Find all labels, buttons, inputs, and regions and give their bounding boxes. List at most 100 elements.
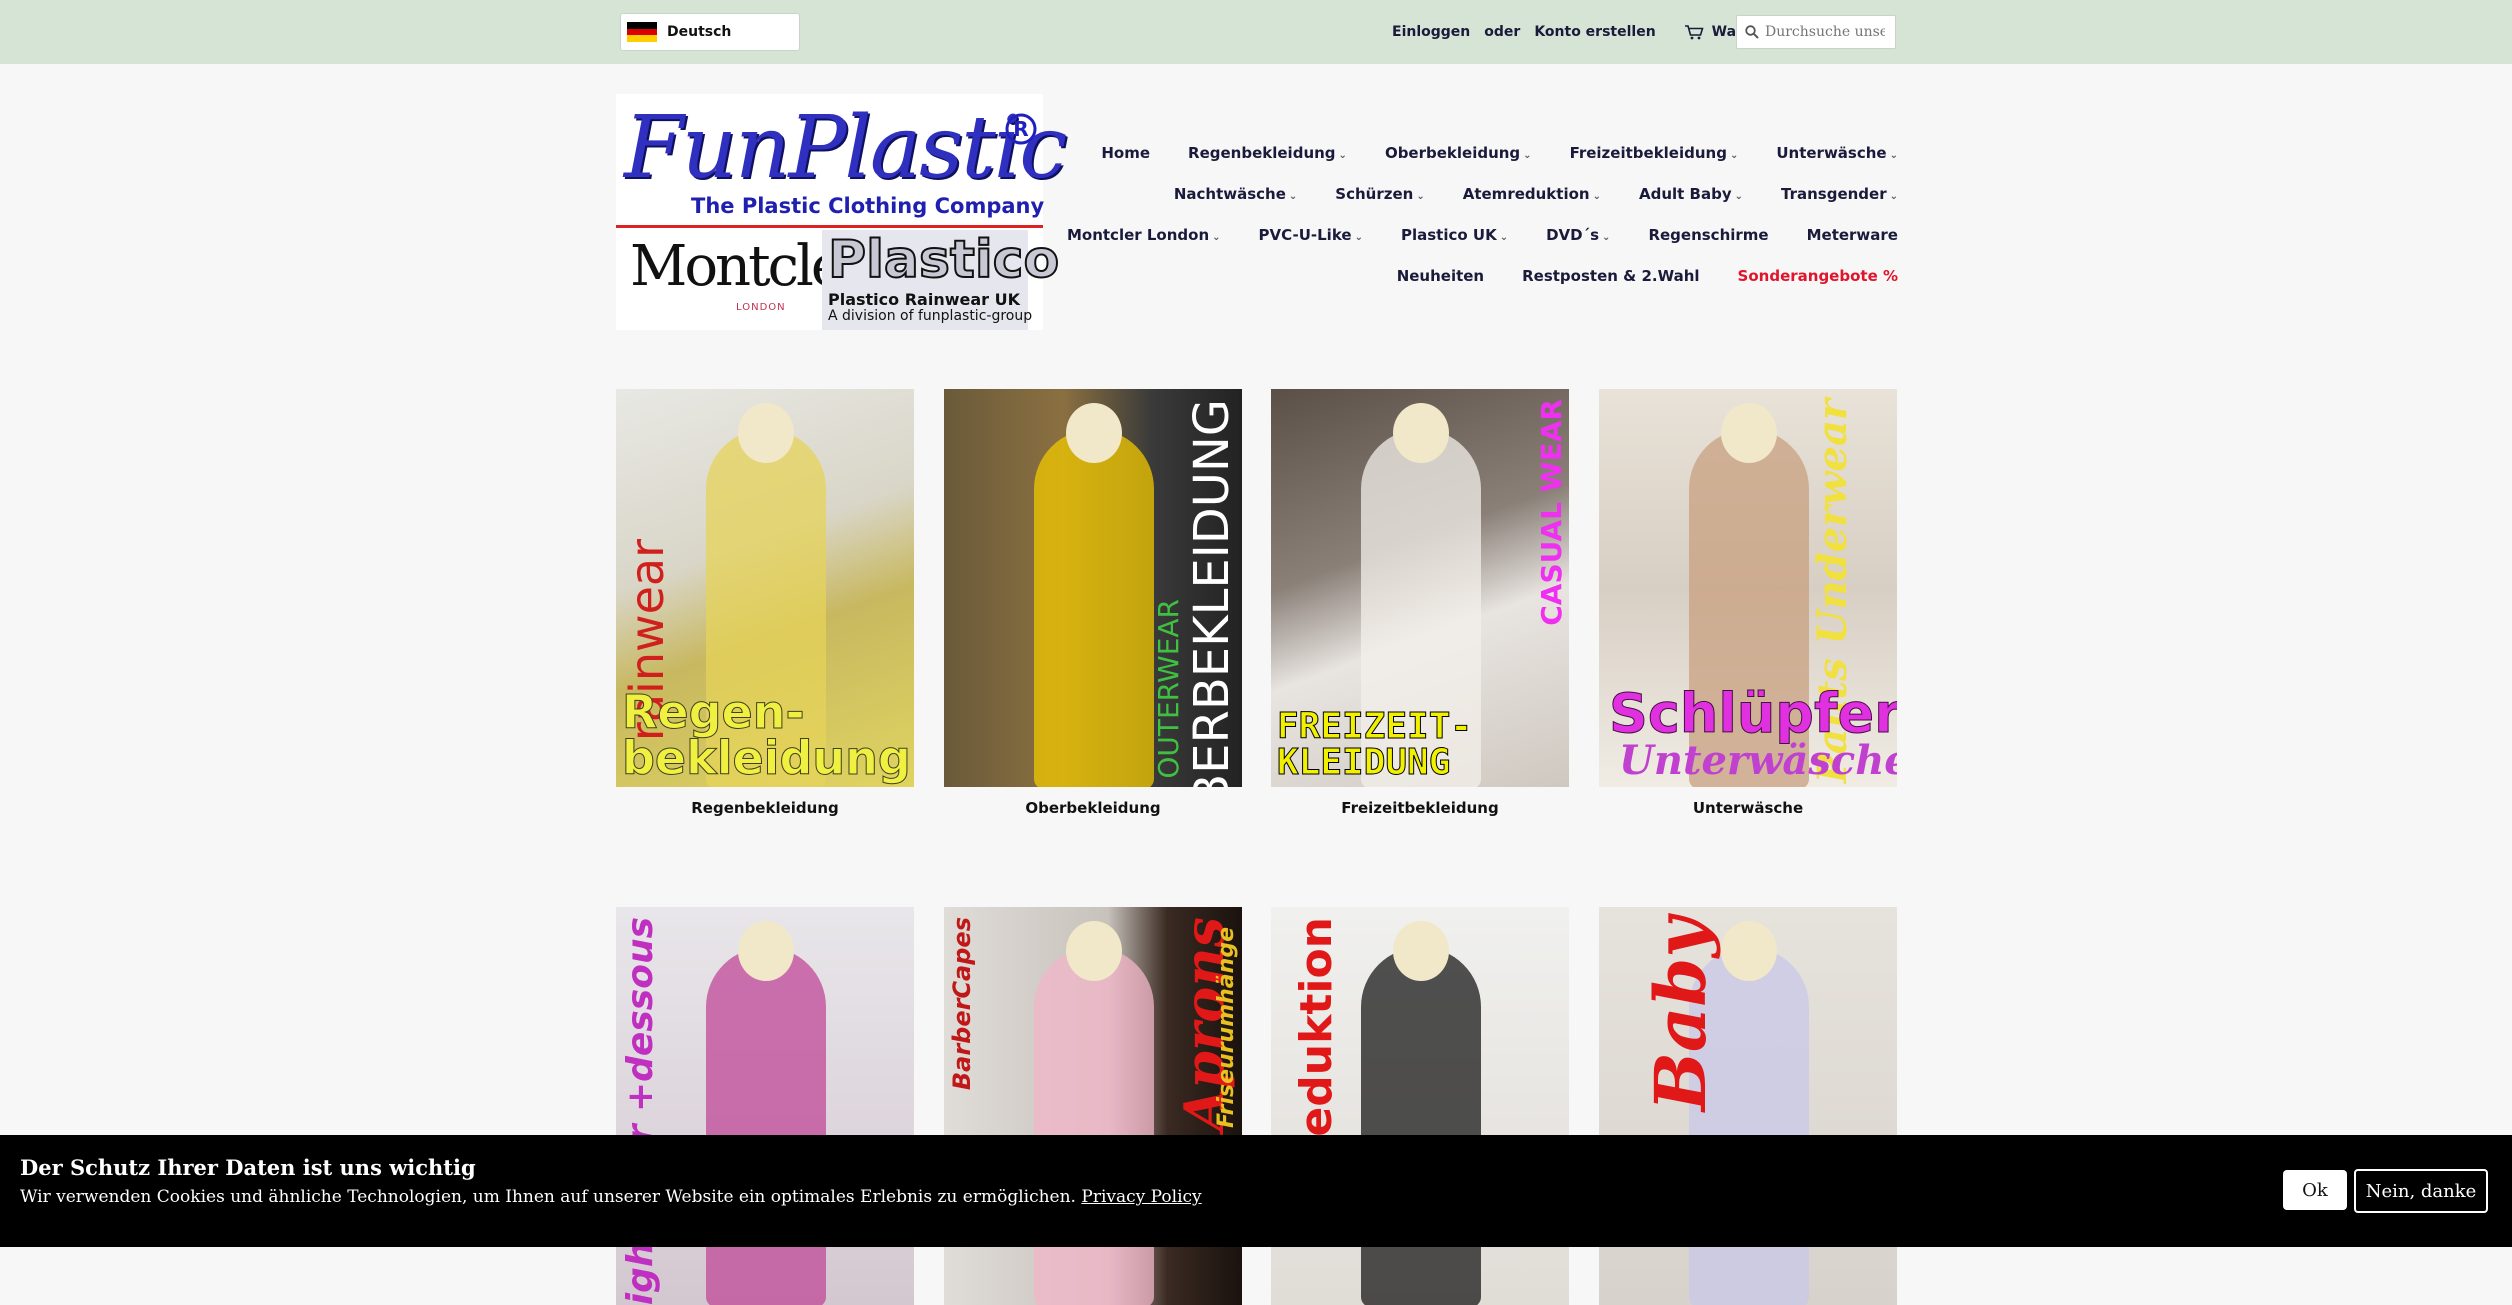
nav-item-label: Adult Baby [1638, 184, 1732, 203]
overlay-vertical: reduktion [1291, 917, 1342, 1159]
nav-item-regenschirme[interactable]: Regenschirme [1648, 226, 1768, 244]
chevron-down-icon: ⌄ [1288, 190, 1298, 202]
privacy-policy-link[interactable]: Privacy Policy [1081, 1187, 1201, 1207]
nav-item-label: Plastico UK [1400, 225, 1497, 244]
collection-card[interactable]: CASUAL WEAR FREIZEIT- KLEIDUNG Freizeitbek… [1271, 389, 1569, 817]
nav-item-label: Regenbekleidung [1188, 143, 1336, 162]
nav-item-label: Home [1101, 143, 1151, 162]
overlay-main: FREIZEIT- KLEIDUNG [1276, 706, 1473, 783]
collection-caption[interactable]: Oberbekleidung [944, 799, 1242, 817]
overlay-main: Schlüpfer [1609, 682, 1897, 745]
cookie-text: Wir verwenden Cookies und ähnliche Techn… [20, 1187, 1202, 1207]
chevron-down-icon: ⌄ [1734, 190, 1743, 202]
nav-item-oberbekleidung[interactable]: Oberbekleidung ⌄ [1385, 144, 1532, 162]
search-icon[interactable] [1745, 25, 1759, 39]
nav-item-label: Nachtwäsche [1173, 184, 1286, 203]
login-link[interactable]: Einloggen [1392, 24, 1470, 40]
model-head [1393, 403, 1449, 463]
collection-caption[interactable]: Regenbekleidung [616, 799, 914, 817]
overlay-vertical: CASUAL WEAR [1535, 399, 1568, 626]
site-logo[interactable]: FunPlastic R The Plastic Clothing Compan… [616, 94, 1067, 330]
nav-item-label: Meterware [1806, 225, 1898, 244]
nav-item-home[interactable]: Home [1101, 144, 1150, 162]
language-label: Deutsch [667, 24, 732, 40]
chevron-down-icon: ⌄ [1889, 190, 1898, 202]
nav-item-label: Regenschirme [1648, 225, 1769, 244]
register-link[interactable]: Konto erstellen [1534, 24, 1655, 40]
nav-item-dvd-s[interactable]: DVD´s ⌄ [1546, 226, 1610, 244]
nav-item-plastico-uk[interactable]: Plastico UK ⌄ [1401, 226, 1508, 244]
nav-item-atemreduktion[interactable]: Atemreduktion ⌄ [1463, 185, 1601, 203]
model-head [738, 403, 794, 463]
model-head [1066, 921, 1122, 981]
nav-item-pvc-u-like[interactable]: PVC-U-Like ⌄ [1259, 226, 1363, 244]
collection-image[interactable]: Pants Underwear Schlüpfer Unterwäsche [1599, 389, 1897, 787]
collection-image[interactable]: CASUAL WEAR FREIZEIT- KLEIDUNG [1271, 389, 1569, 787]
cookie-banner: Der Schutz Ihrer Daten ist uns wichtig W… [0, 1135, 2512, 1247]
logo-plastico: Plastico [827, 229, 1060, 291]
logo-divider [616, 225, 1043, 228]
chevron-down-icon: ⌄ [1499, 231, 1509, 243]
model-figure [706, 947, 826, 1305]
language-selector[interactable]: Deutsch [620, 13, 800, 51]
overlay-sub: Unterwäsche [1619, 737, 1897, 784]
nav-item-neuheiten[interactable]: Neuheiten [1397, 267, 1484, 285]
model-head [1721, 403, 1777, 463]
collection-card[interactable]: OBERBEKLEIDUNG OUTERWEAR Oberbekleidung [944, 389, 1242, 817]
nav-item-label: Oberbekleidung [1384, 143, 1521, 162]
nav-item-nachtwäsche[interactable]: Nachtwäsche ⌄ [1174, 185, 1297, 203]
nav-item-adult-baby[interactable]: Adult Baby ⌄ [1639, 185, 1743, 203]
nav-item-schürzen[interactable]: Schürzen ⌄ [1335, 185, 1424, 203]
nav-row: Home Regenbekleidung ⌄ Oberbekleidung ⌄ Freiz… [1100, 132, 1898, 173]
cookie-ok-button[interactable]: Ok [2283, 1170, 2347, 1210]
nav-item-label: Schürzen [1335, 184, 1414, 203]
model-figure [1034, 429, 1154, 787]
chevron-down-icon: ⌄ [1602, 231, 1611, 243]
chevron-down-icon: ⌄ [1416, 190, 1425, 202]
cookie-decline-button[interactable]: Nein, danke [2354, 1169, 2488, 1213]
chevron-down-icon: ⌄ [1729, 149, 1739, 161]
overlay-extra: Friseurumhänge [1214, 927, 1239, 1128]
nav-item-unterwäsche[interactable]: Unterwäsche ⌄ [1776, 144, 1898, 162]
nav-item-label: Montcler London [1066, 225, 1210, 244]
overlay-vertical: OBERBEKLEIDUNG [1184, 399, 1240, 787]
collection-caption[interactable]: Unterwäsche [1599, 799, 1897, 817]
nav-item-transgender[interactable]: Transgender ⌄ [1781, 185, 1898, 203]
chevron-down-icon: ⌄ [1523, 149, 1532, 161]
collection-card[interactable]: rainwear Regen- bekleidung Regenbekleidung [616, 389, 914, 817]
chevron-down-icon: ⌄ [1212, 231, 1221, 243]
collection-card[interactable]: Pants Underwear Schlüpfer Unterwäsche Unter… [1599, 389, 1897, 817]
overlay-small: OUTERWEAR [1152, 599, 1185, 779]
cart-icon [1684, 25, 1704, 40]
logo-brand: FunPlastic [624, 98, 1067, 198]
chevron-down-icon: ⌄ [1889, 149, 1898, 161]
nav-item-regenbekleidung[interactable]: Regenbekleidung ⌄ [1188, 144, 1347, 162]
overlay-main: Regen- bekleidung [622, 685, 912, 785]
logo-plastico-sub: Plastico Rainwear UK [828, 290, 1020, 309]
model-head [738, 921, 794, 981]
overlay-vertical: Baby [1639, 917, 1722, 1112]
nav-item-freizeitbekleidung[interactable]: Freizeitbekleidung ⌄ [1570, 144, 1739, 162]
collection-caption[interactable]: Freizeitbekleidung [1271, 799, 1569, 817]
collection-image[interactable]: rainwear Regen- bekleidung [616, 389, 914, 787]
nav-item-label: Atemreduktion [1462, 184, 1590, 203]
chevron-down-icon: ⌄ [1354, 231, 1363, 243]
nav-item-label: Freizeitbekleidung [1569, 143, 1727, 162]
model-head [1066, 403, 1122, 463]
logo-london: LONDON [736, 302, 786, 313]
nav-item-sonderangebote[interactable]: Sonderangebote % [1738, 267, 1898, 285]
top-bar: Deutsch Einloggen oder Konto erstellen W… [0, 0, 2512, 64]
nav-item-montcler-london[interactable]: Montcler London ⌄ [1067, 226, 1221, 244]
search-input[interactable] [1765, 24, 1885, 40]
cookie-description: Wir verwenden Cookies und ähnliche Techn… [20, 1187, 1076, 1207]
nav-item-meterware[interactable]: Meterware [1807, 226, 1898, 244]
model-head [1393, 921, 1449, 981]
nav-item-label: Unterwäsche [1776, 143, 1887, 162]
nav-row: Montcler London ⌄ PVC-U-Like ⌄ Plastico UK ⌄ D… [1067, 214, 1898, 255]
nav-item-label: Transgender [1781, 184, 1887, 203]
collection-image[interactable]: OBERBEKLEIDUNG OUTERWEAR [944, 389, 1242, 787]
logo-division: A division of funplastic-group [828, 308, 1033, 324]
nav-item-restposten-2-wahl[interactable]: Restposten & 2.Wahl [1522, 267, 1699, 285]
nav-row: Nachtwäsche ⌄ Schürzen ⌄ Atemreduktion ⌄ Adult… [1100, 173, 1898, 214]
or-text: oder [1484, 24, 1521, 40]
